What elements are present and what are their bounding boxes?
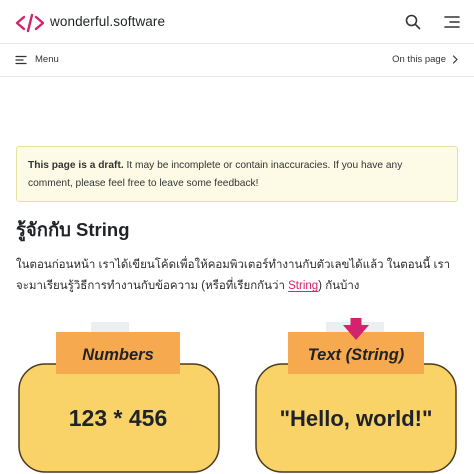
intro-text-end: ) กันบ้าง: [318, 280, 360, 292]
draft-notice-end: !: [255, 178, 259, 189]
menu-lines-icon: [15, 55, 27, 64]
sidebar-menu-toggle[interactable]: Menu: [15, 54, 59, 65]
on-this-page-toggle[interactable]: On this page: [392, 54, 459, 65]
draft-notice-title: This page is a draft.: [28, 160, 124, 171]
page-title: รู้จักกับ String: [16, 219, 130, 240]
chevron-right-icon: [452, 55, 458, 64]
numbers-example: 123 * 456: [69, 405, 167, 431]
intro-paragraph: ในตอนก่อนหน้า เราได้เขียนโค้ดเพื่อให้คอม…: [16, 255, 462, 297]
search-icon[interactable]: [404, 13, 422, 31]
text-label: Text (String): [308, 346, 405, 364]
hamburger-menu-icon[interactable]: [444, 14, 460, 30]
menu-label: Menu: [35, 54, 59, 65]
numbers-vs-text-illustration: Numbers 123 * 456 Text (String) "Hello, …: [18, 318, 457, 473]
on-this-page-label: On this page: [392, 54, 446, 65]
numbers-label: Numbers: [82, 346, 154, 364]
text-example: "Hello, world!": [280, 406, 433, 431]
sub-navigation-bar: Menu On this page: [0, 45, 474, 77]
draft-notice: This page is a draft. It may be incomple…: [16, 146, 458, 202]
site-name[interactable]: wonderful.software: [50, 14, 165, 29]
feedback-link[interactable]: leave some feedback: [159, 178, 255, 189]
string-link[interactable]: String: [288, 280, 318, 292]
code-bracket-logo-icon[interactable]: [15, 13, 45, 33]
top-navigation-bar: wonderful.software: [0, 0, 474, 44]
intro-text: ในตอนก่อนหน้า เราได้เขียนโค้ดเพื่อให้คอม…: [16, 259, 451, 292]
